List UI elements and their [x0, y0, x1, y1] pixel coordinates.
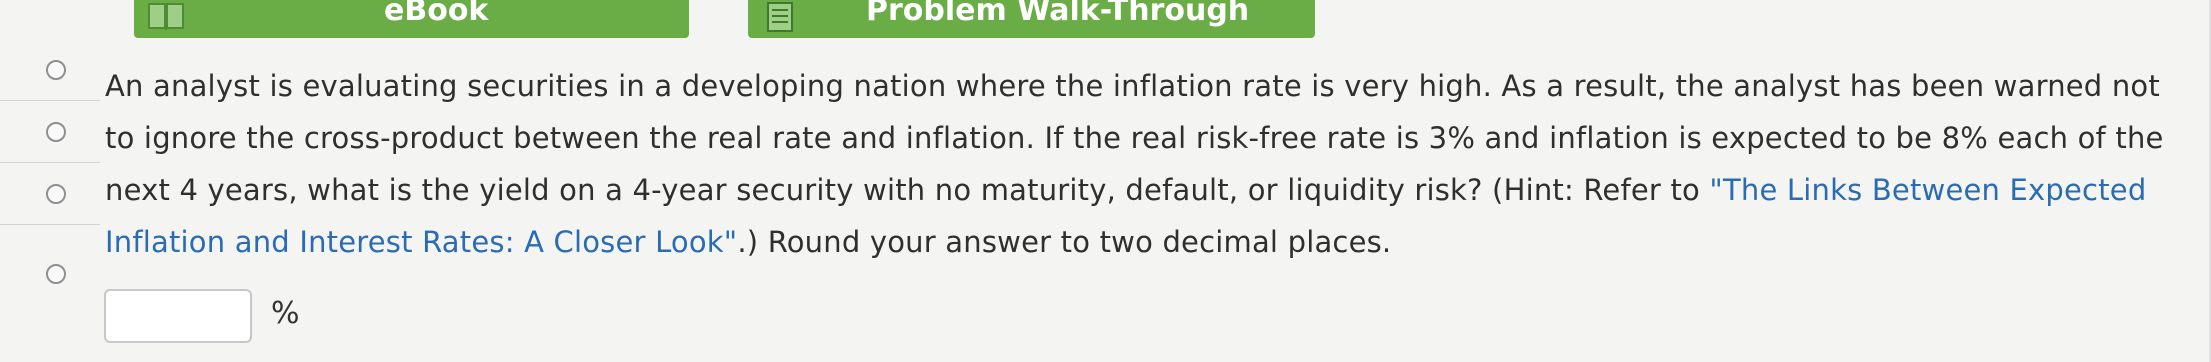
- radio-button-1[interactable]: [46, 60, 66, 80]
- radio-button-2[interactable]: [46, 122, 66, 142]
- problem-walkthrough-button[interactable]: Problem Walk-Through: [748, 0, 1315, 38]
- question-text: An analyst is evaluating securities in a…: [105, 60, 2185, 268]
- radio-button-3[interactable]: [46, 184, 66, 204]
- answer-input[interactable]: [104, 289, 252, 343]
- question-instructions: .) Round your answer to two decimal plac…: [737, 225, 1392, 259]
- document-icon: [762, 2, 798, 32]
- percent-unit-label: %: [271, 296, 300, 331]
- ebook-button[interactable]: eBook: [134, 0, 689, 38]
- option-row-1[interactable]: [0, 38, 100, 101]
- answer-options-column: [0, 0, 100, 362]
- problem-walkthrough-label: Problem Walk-Through: [866, 0, 1250, 28]
- book-icon: [148, 2, 184, 32]
- option-row-4[interactable]: [0, 224, 100, 286]
- option-row-3[interactable]: [0, 162, 100, 225]
- radio-button-4[interactable]: [46, 264, 66, 284]
- ebook-label: eBook: [384, 0, 489, 28]
- option-row-2[interactable]: [0, 100, 100, 163]
